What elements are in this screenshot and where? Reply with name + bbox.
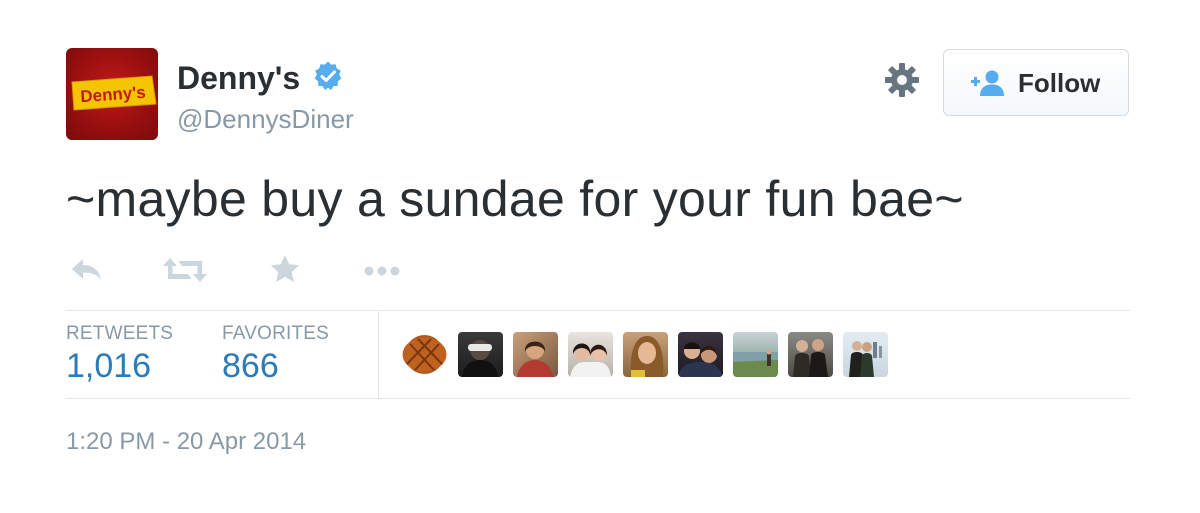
favoriter-avatar[interactable] [513, 332, 558, 377]
favoriter-avatar[interactable] [843, 332, 888, 377]
retweets-count[interactable]: 1,016 [66, 347, 151, 386]
retweet-icon [163, 258, 207, 282]
favoriter-photo [462, 340, 498, 377]
screen-name[interactable]: @DennysDiner [177, 104, 354, 135]
favoriter-avatar[interactable] [402, 332, 447, 377]
more-button[interactable] [362, 252, 404, 288]
add-user-icon [971, 70, 1004, 96]
reply-icon [72, 259, 101, 280]
retweets-label: RETWEETS [66, 323, 174, 344]
favoriter-photo [733, 349, 778, 377]
follow-label: Follow [1018, 68, 1101, 98]
stats-vertical-divider [378, 311, 379, 398]
dennys-logo: Denny's [71, 75, 157, 111]
favoriter-avatar[interactable] [458, 332, 503, 377]
reply-button[interactable] [70, 252, 104, 288]
favoriter-photo [849, 341, 882, 377]
follow-button[interactable]: Follow [943, 49, 1129, 116]
favoriter-avatar[interactable] [568, 332, 613, 377]
waffle-image [402, 337, 447, 372]
favorite-button[interactable] [268, 252, 302, 288]
stats-bottom-divider [66, 398, 1130, 399]
user-avatar[interactable]: Denny's [66, 48, 158, 140]
favoriter-photo [630, 336, 664, 377]
display-name[interactable]: Denny's [177, 60, 300, 97]
favorite-icon [270, 255, 300, 283]
tweet-text: ~maybe buy a sundae for your fun bae~ [66, 171, 964, 227]
favoriter-photo [793, 339, 828, 377]
more-icon [364, 266, 400, 276]
favoriter-photo [517, 341, 553, 377]
favoriter-photo [570, 343, 611, 377]
stats-top-divider [66, 310, 1130, 311]
retweet-button[interactable] [162, 252, 208, 288]
verified-badge-icon [314, 61, 342, 91]
tweet-timestamp[interactable]: 1:20 PM - 20 Apr 2014 [66, 428, 306, 456]
gear-icon[interactable] [884, 62, 920, 98]
favoriter-avatar[interactable] [678, 332, 723, 377]
favoriter-avatar[interactable] [733, 332, 778, 377]
favorites-label: FAVORITES [222, 323, 330, 344]
favoriter-avatar[interactable] [788, 332, 833, 377]
favoriter-photo [678, 342, 723, 377]
favoriter-avatar[interactable] [623, 332, 668, 377]
favorites-count[interactable]: 866 [222, 347, 279, 386]
